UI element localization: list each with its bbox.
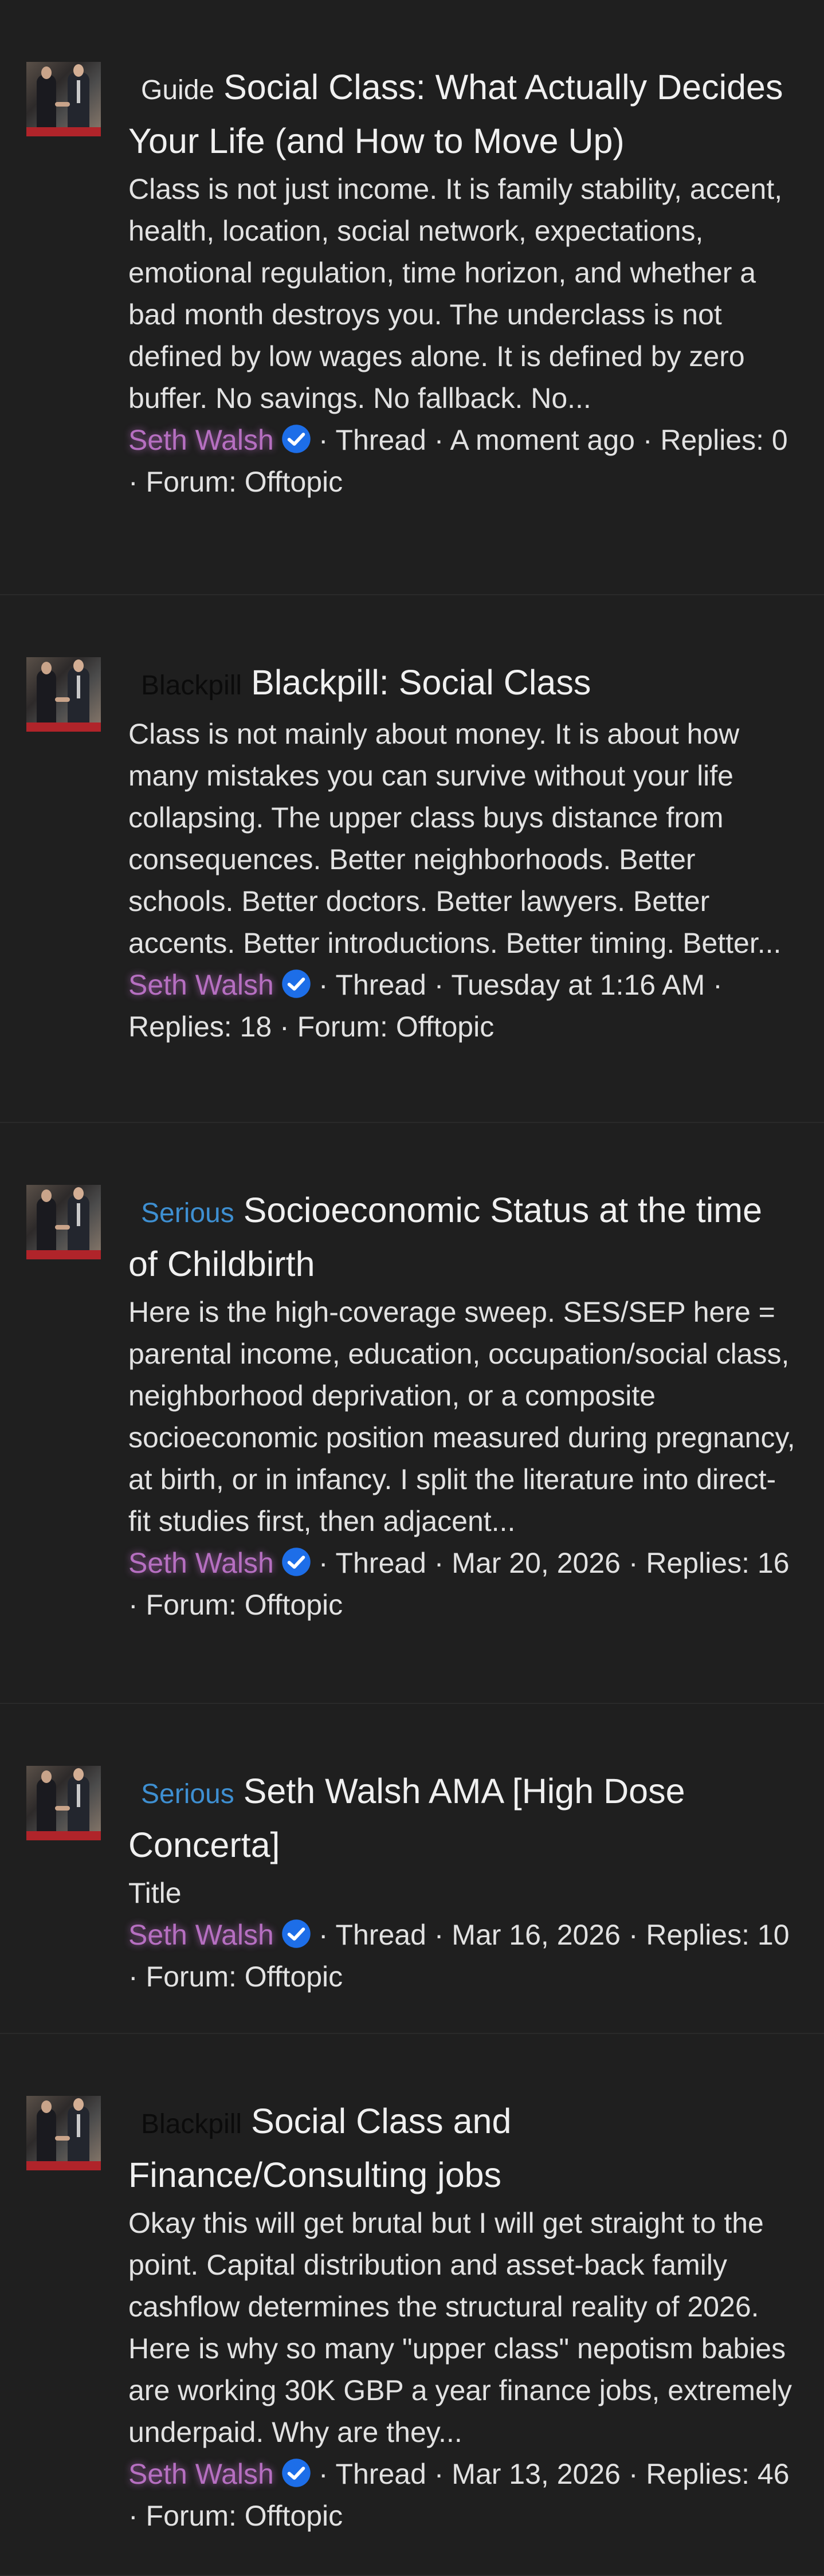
result-title-line: Guide Social Class: What Actually Decides… — [128, 62, 798, 166]
result-title-line: Blackpill Social Class and Finance/Consul… — [128, 2096, 798, 2200]
author-username-link[interactable]: Seth Walsh — [128, 969, 274, 1001]
search-result-item: Serious Seth Walsh AMA [High Dose Concert… — [0, 1704, 824, 2034]
result-title-line: Serious Seth Walsh AMA [High Dose Concert… — [128, 1766, 798, 1870]
search-result-item: Blackpill Blackpill: Social Class Class i… — [0, 595, 824, 1123]
author-username-link[interactable]: Seth Walsh — [128, 424, 274, 456]
thread-prefix-label[interactable]: Serious — [141, 1779, 234, 1809]
result-content: Serious Socioeconomic Status at the time … — [101, 1185, 798, 1626]
search-result-item: Blackpill Social Class and Finance/Consul… — [0, 2034, 824, 2576]
result-content: Blackpill Social Class and Finance/Consul… — [101, 2096, 798, 2537]
result-content: Serious Seth Walsh AMA [High Dose Concert… — [101, 1766, 798, 1998]
verified-check-icon — [282, 1919, 311, 1948]
avatar[interactable] — [26, 1185, 101, 1259]
avatar[interactable] — [26, 1766, 101, 1840]
search-result-item: Serious Socioeconomic Status at the time … — [0, 1123, 824, 1704]
avatar[interactable] — [26, 2096, 101, 2170]
verified-check-icon — [282, 425, 311, 453]
thread-prefix-label[interactable]: Serious — [141, 1198, 234, 1228]
avatar[interactable] — [26, 657, 101, 732]
result-meta: Seth Walsh · Thread · A moment ago · Repl… — [128, 419, 798, 503]
thread-snippet[interactable]: Okay this will get brutal but I will get… — [128, 2202, 798, 2453]
thread-snippet[interactable]: Here is the high-coverage sweep. SES/SEP… — [128, 1291, 798, 1542]
verified-check-icon — [282, 1548, 311, 1576]
author-username-link[interactable]: Seth Walsh — [128, 1919, 274, 1951]
verified-check-icon — [282, 969, 311, 998]
thread-prefix-label[interactable]: Blackpill — [141, 2109, 242, 2139]
result-title-line: Serious Socioeconomic Status at the time … — [128, 1185, 798, 1289]
search-result-item: Guide Social Class: What Actually Decides… — [0, 0, 824, 595]
thread-prefix-label[interactable]: Blackpill — [141, 670, 242, 701]
thread-snippet[interactable]: Class is not just income. It is family s… — [128, 168, 798, 419]
author-username-link[interactable]: Seth Walsh — [128, 2458, 274, 2490]
search-results-list: Guide Social Class: What Actually Decides… — [0, 0, 824, 2576]
thread-prefix-label[interactable]: Guide — [141, 75, 214, 105]
result-meta: Seth Walsh · Thread · Mar 20, 2026 · Repl… — [128, 1542, 798, 1626]
thread-title-link[interactable]: Social Class: What Actually Decides Your… — [128, 68, 783, 160]
result-meta: Seth Walsh · Thread · Mar 16, 2026 · Repl… — [128, 1914, 798, 1998]
thread-title-link[interactable]: Blackpill: Social Class — [251, 663, 591, 702]
result-title-line: Blackpill Blackpill: Social Class — [128, 657, 798, 711]
avatar[interactable] — [26, 62, 101, 136]
result-content: Guide Social Class: What Actually Decides… — [101, 62, 798, 503]
result-content: Blackpill Blackpill: Social Class Class i… — [101, 657, 798, 1048]
author-username-link[interactable]: Seth Walsh — [128, 1547, 274, 1579]
result-meta: Seth Walsh · Thread · Tuesday at 1:16 AM … — [128, 964, 798, 1048]
thread-snippet[interactable]: Class is not mainly about money. It is a… — [128, 713, 798, 964]
result-meta: Seth Walsh · Thread · Mar 13, 2026 · Repl… — [128, 2453, 798, 2537]
thread-snippet[interactable]: Title — [128, 1872, 798, 1914]
verified-check-icon — [282, 2459, 311, 2487]
